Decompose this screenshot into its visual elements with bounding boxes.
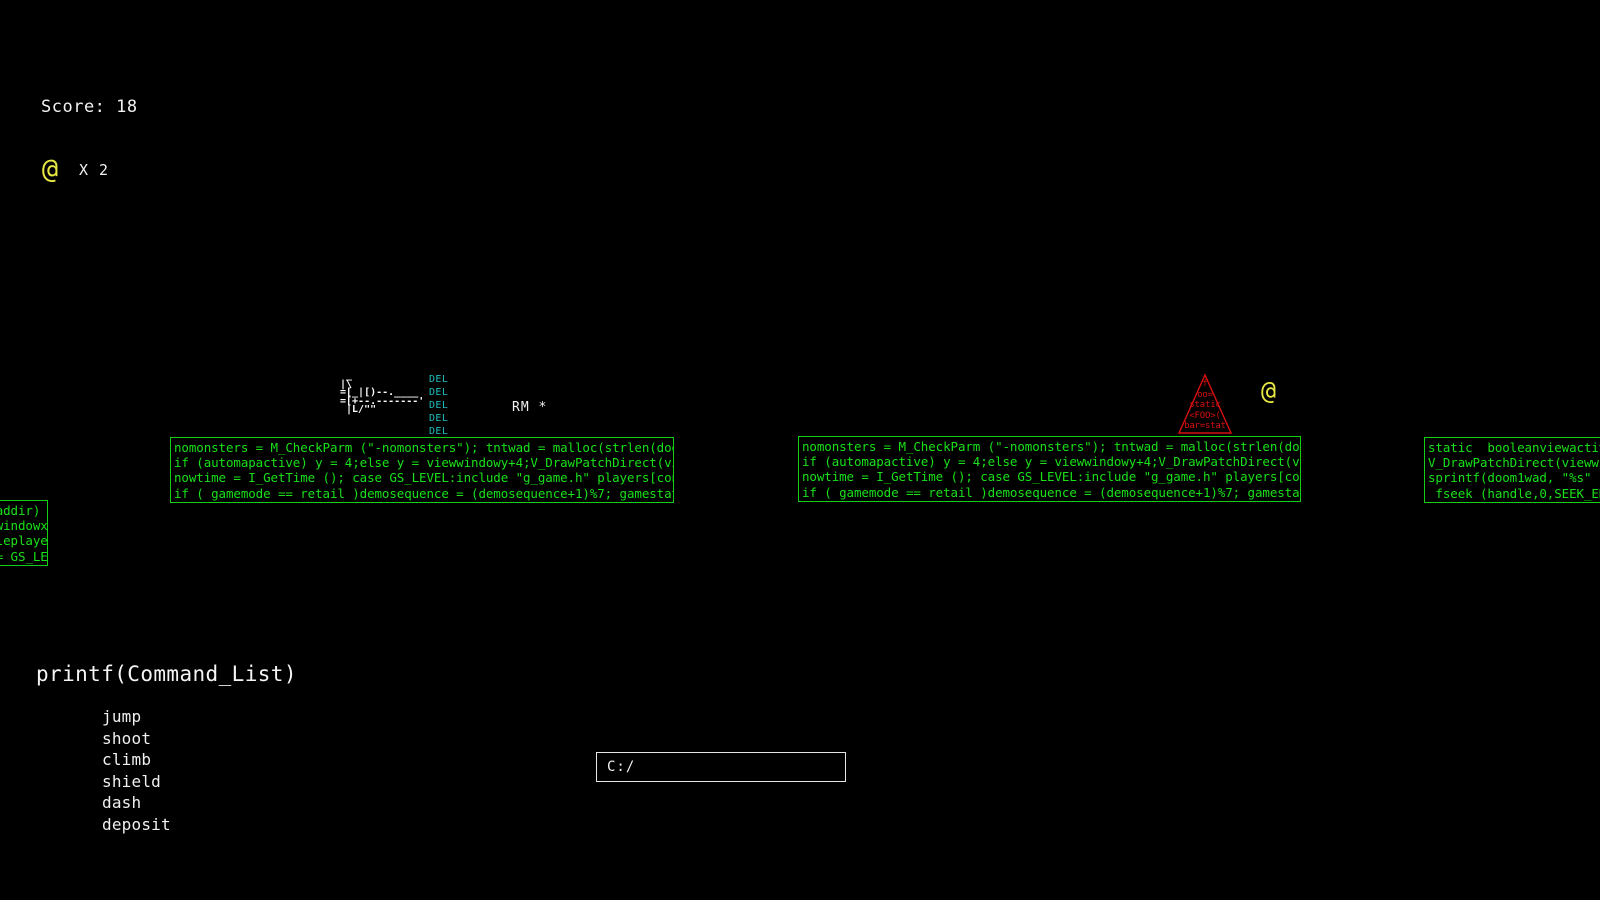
command-item[interactable]: shoot — [102, 728, 171, 750]
command-list-title: printf(Command_List) — [36, 662, 297, 686]
lives-indicator: @ X 2 — [33, 156, 109, 183]
code-line: static booleanviewactive — [1428, 440, 1600, 455]
command-item[interactable]: deposit — [102, 814, 171, 836]
code-platform: nomonsters = M_CheckParm ("-nomonsters")… — [798, 436, 1301, 502]
code-line: if (automapactive) y = 4;else y = viewwi… — [802, 454, 1300, 470]
triangle-enemy-line: static — [1189, 400, 1221, 410]
code-line: fseek (handle,0,SEEK_END) — [1435, 485, 1600, 501]
command-item[interactable]: shield — [102, 771, 171, 793]
command-item[interactable]: jump — [102, 706, 171, 728]
code-line: onsoleplayer] — [0, 533, 48, 549]
player-avatar-icon: @ — [41, 154, 59, 185]
del-token: DEL — [429, 374, 449, 385]
player-character-glyph: @ — [1261, 376, 1277, 405]
code-line: if (automapactive) y = 4;else y = viewwi… — [174, 455, 673, 471]
code-line: nomonsters = M_CheckParm ("-nomonsters")… — [802, 439, 1300, 454]
code-line: viewwindowx — [0, 518, 48, 534]
code-platform: static booleanviewactive V_DrawPatchDirec… — [1424, 437, 1600, 503]
command-item[interactable]: climb — [102, 749, 171, 771]
del-token: DEL — [429, 387, 449, 398]
lives-count-label: X 2 — [79, 160, 110, 179]
code-platform: nomonsters = M_CheckParm ("-nomonsters")… — [170, 437, 674, 503]
del-token: DEL — [429, 413, 449, 424]
triangle-enemy-line: f — [1202, 379, 1208, 389]
code-line: if ( gamemode == retail )demosequence = … — [802, 484, 1300, 500]
code-line: sprintf(doom1wad, "%s" — [1428, 470, 1592, 486]
del-token-stack: DEL DEL DEL DEL DEL — [429, 373, 448, 438]
triangle-enemy-line: bar=stat — [1184, 421, 1226, 431]
rm-token: RM * — [512, 400, 548, 415]
command-list: jump shoot climb shield dash deposit — [102, 706, 171, 835]
console-command-input[interactable] — [596, 752, 846, 782]
code-line: oomwaddir) — [0, 503, 41, 518]
code-line: if ( gamemode == retail )demosequence = … — [174, 485, 673, 501]
code-line: nowtime = I_GetTime (); case GS_LEVEL:in… — [174, 470, 674, 486]
triangle-enemy-line: oo= — [1197, 389, 1213, 400]
triangle-enemy-text: f oo= static <FOO>(bar=stat — [1177, 379, 1233, 432]
score-label: Score: 18 — [41, 97, 138, 117]
triangle-enemy-line: <FOO>( — [1189, 410, 1221, 421]
code-line: nomonsters = M_CheckParm ("-nomonsters")… — [174, 440, 673, 455]
del-token: DEL — [429, 400, 449, 411]
triangle-enemy: f oo= static <FOO>(bar=stat — [1177, 373, 1233, 435]
code-platform: oomwaddir)viewwindowxonsoleplayer]ate = … — [0, 500, 48, 566]
code-line: ate = GS_LEVEL — [0, 548, 48, 564]
code-line: V_DrawPatchDirect(viewwindowx — [1428, 455, 1600, 471]
ascii-turret-sprite: _ |\ =[_|[)--.____ =[+--.-------' |L/"" — [340, 370, 425, 416]
command-item[interactable]: dash — [102, 792, 171, 814]
code-line: nowtime = I_GetTime (); case GS_LEVEL:in… — [802, 469, 1301, 485]
